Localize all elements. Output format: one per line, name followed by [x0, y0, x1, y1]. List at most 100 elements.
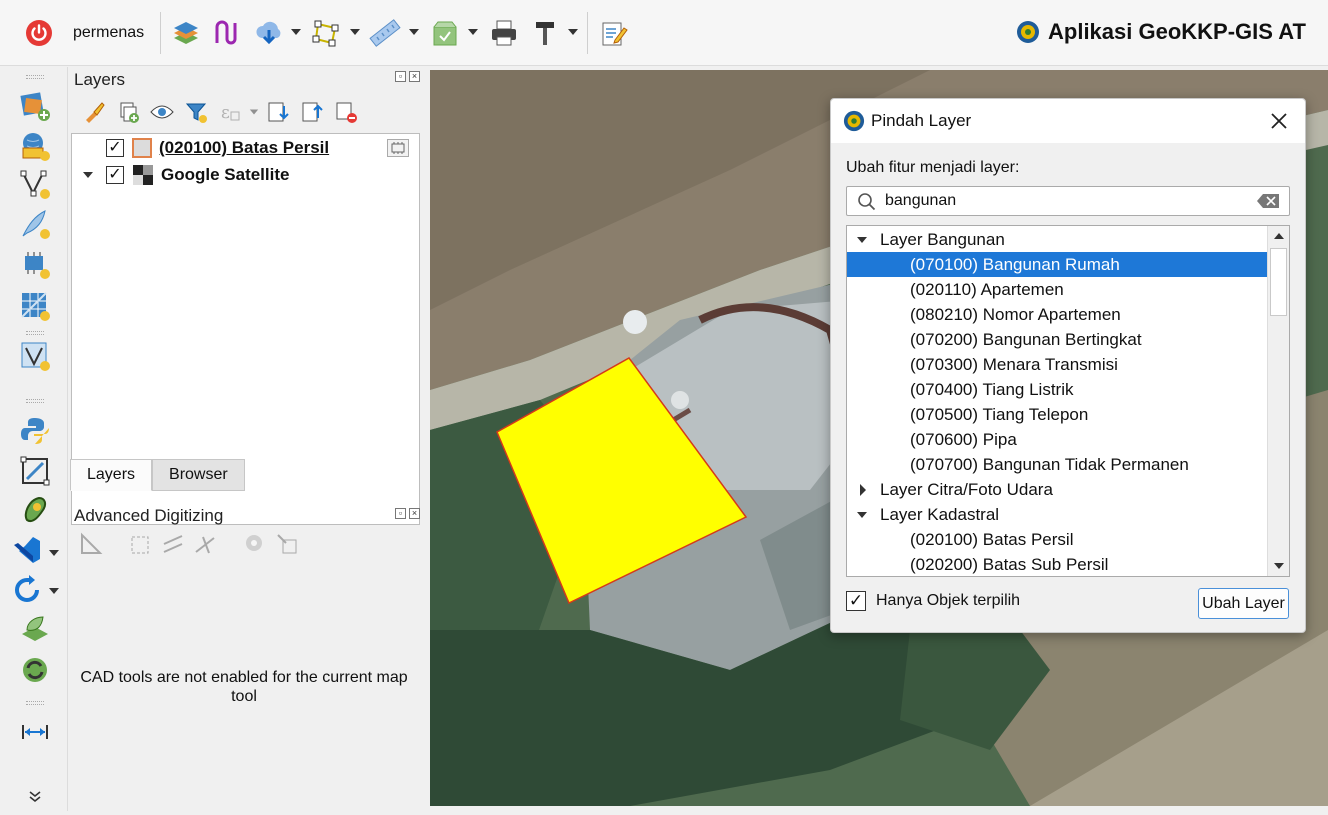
scroll-up-icon[interactable] [1273, 231, 1285, 241]
toolbar-grip[interactable] [26, 399, 44, 403]
edit-frame-icon[interactable] [16, 452, 54, 490]
chevron-down-icon[interactable] [467, 26, 479, 38]
layer-visibility-checkbox[interactable]: ✓ [106, 166, 124, 184]
group-row-layer-citra[interactable]: Layer Citra/Foto Udara [847, 477, 1267, 502]
list-item[interactable]: (070600) Pipa [847, 427, 1267, 452]
polygon-vertex-icon[interactable] [307, 14, 345, 52]
group-row-layer-bangunan[interactable]: Layer Bangunan [847, 227, 1267, 252]
add-group-icon[interactable] [113, 97, 143, 127]
chevron-down-icon[interactable] [48, 547, 60, 559]
chevron-down-icon[interactable] [567, 26, 579, 38]
parallel-icon[interactable] [161, 532, 185, 561]
download-icon[interactable] [250, 14, 288, 52]
location-shape-icon[interactable] [16, 491, 54, 529]
perpendicular-icon[interactable] [193, 532, 217, 561]
layer-item-batas-persil[interactable]: ✓ (020100) Batas Persil [72, 135, 419, 161]
list-item[interactable]: (070700) Bangunan Tidak Permanen [847, 452, 1267, 477]
cad-enable-icon[interactable] [79, 532, 103, 561]
expand-arrow-icon[interactable] [856, 502, 868, 527]
group-label: Layer Bangunan [880, 230, 1005, 249]
vscode-icon[interactable] [8, 531, 46, 569]
polygon-edit-icon[interactable] [16, 337, 54, 375]
toolbar-grip[interactable] [26, 701, 44, 705]
app-title: Aplikasi GeoKKP-GIS AT [1016, 19, 1306, 45]
list-item[interactable]: (070400) Tiang Listrik [847, 377, 1267, 402]
vertex-tool-icon[interactable] [16, 165, 54, 203]
float-panel-icon[interactable]: ▫ [395, 508, 406, 519]
editing-toggle-icon[interactable] [387, 139, 409, 157]
style-brush-icon[interactable] [79, 97, 109, 127]
list-item[interactable]: (070100) Bangunan Rumah [847, 252, 1267, 277]
close-icon[interactable] [1267, 109, 1291, 133]
refresh-icon[interactable] [8, 571, 46, 609]
construction-mode-icon[interactable] [129, 532, 153, 561]
layers-toolbar: ε [79, 97, 361, 127]
search-icon [858, 193, 876, 211]
add-layer-icon[interactable] [16, 87, 54, 125]
plugin-icon[interactable] [16, 611, 54, 649]
list-item[interactable]: (070300) Menara Transmisi [847, 352, 1267, 377]
chevron-down-icon[interactable] [408, 26, 420, 38]
list-item[interactable]: (020110) Apartemen [847, 277, 1267, 302]
expand-arrow-icon[interactable] [856, 477, 868, 502]
expand-arrow-icon[interactable] [856, 227, 868, 252]
toolbar-separator [160, 12, 161, 54]
list-scrollbar[interactable] [1267, 226, 1289, 576]
scrollbar-thumb[interactable] [1270, 248, 1287, 316]
layer-visibility-checkbox[interactable]: ✓ [106, 139, 124, 157]
chevron-down-icon[interactable] [48, 585, 60, 597]
list-item[interactable]: (020100) Batas Persil [847, 527, 1267, 552]
measure-width-icon[interactable] [16, 713, 54, 751]
python-icon[interactable] [16, 412, 54, 450]
user-label: permenas [73, 24, 145, 41]
digitize-line-icon[interactable] [208, 14, 246, 52]
chevron-down-icon[interactable] [349, 26, 361, 38]
chevron-down-icon[interactable] [249, 107, 259, 117]
hammer-icon[interactable] [526, 14, 564, 52]
visibility-eye-icon[interactable] [147, 97, 177, 127]
toolbar-grip[interactable] [26, 75, 44, 79]
list-item[interactable]: (070500) Tiang Telepon [847, 402, 1267, 427]
power-icon[interactable] [20, 14, 58, 52]
globe-layer-icon[interactable] [16, 127, 54, 165]
cad-settings-icon[interactable] [243, 532, 267, 561]
collapse-all-icon[interactable] [297, 97, 327, 127]
expand-all-icon[interactable] [263, 97, 293, 127]
expand-toolbar-icon[interactable] [16, 777, 54, 815]
package-icon[interactable] [426, 14, 464, 52]
list-item[interactable]: (020200) Batas Sub Persil [847, 552, 1267, 576]
item-label: (020100) Batas Persil [910, 530, 1074, 549]
layer-name: Google Satellite [161, 165, 290, 184]
filter-icon[interactable] [181, 97, 211, 127]
layer-item-google-satellite[interactable]: ✓ Google Satellite [72, 162, 419, 188]
float-panel-icon[interactable]: ▫ [395, 71, 406, 82]
remove-layer-icon[interactable] [331, 97, 361, 127]
list-item[interactable]: (070200) Bangunan Bertingkat [847, 327, 1267, 352]
print-icon[interactable] [485, 14, 523, 52]
only-selected-row: ✓ Hanya Objek terpilih [846, 591, 1020, 611]
close-panel-icon[interactable]: × [409, 508, 420, 519]
close-panel-icon[interactable]: × [409, 71, 420, 82]
grid-layer-icon[interactable] [16, 287, 54, 325]
tab-browser[interactable]: Browser [152, 459, 245, 491]
expand-arrow-icon[interactable] [82, 169, 94, 181]
sync-icon[interactable] [16, 651, 54, 689]
clear-search-icon[interactable] [1257, 194, 1279, 208]
edit-notes-icon[interactable] [594, 14, 632, 52]
ruler-icon[interactable] [366, 14, 404, 52]
chip-layer-icon[interactable] [16, 245, 54, 283]
layer-stack-icon[interactable] [167, 14, 205, 52]
floater-icon[interactable] [275, 532, 299, 561]
group-row-layer-kadastral[interactable]: Layer Kadastral [847, 502, 1267, 527]
tab-layers[interactable]: Layers [70, 459, 153, 491]
feather-digitize-icon[interactable] [16, 205, 54, 243]
expression-filter-icon[interactable]: ε [215, 97, 245, 127]
toolbar-grip[interactable] [26, 331, 44, 335]
group-label: Layer Kadastral [880, 505, 1000, 524]
scroll-down-icon[interactable] [1273, 561, 1285, 571]
search-input[interactable]: bangunan [846, 186, 1290, 216]
chevron-down-icon[interactable] [290, 26, 302, 38]
list-item[interactable]: (080210) Nomor Apartemen [847, 302, 1267, 327]
only-selected-checkbox[interactable]: ✓ [846, 591, 866, 611]
ubah-layer-button[interactable]: Ubah Layer [1198, 588, 1289, 619]
